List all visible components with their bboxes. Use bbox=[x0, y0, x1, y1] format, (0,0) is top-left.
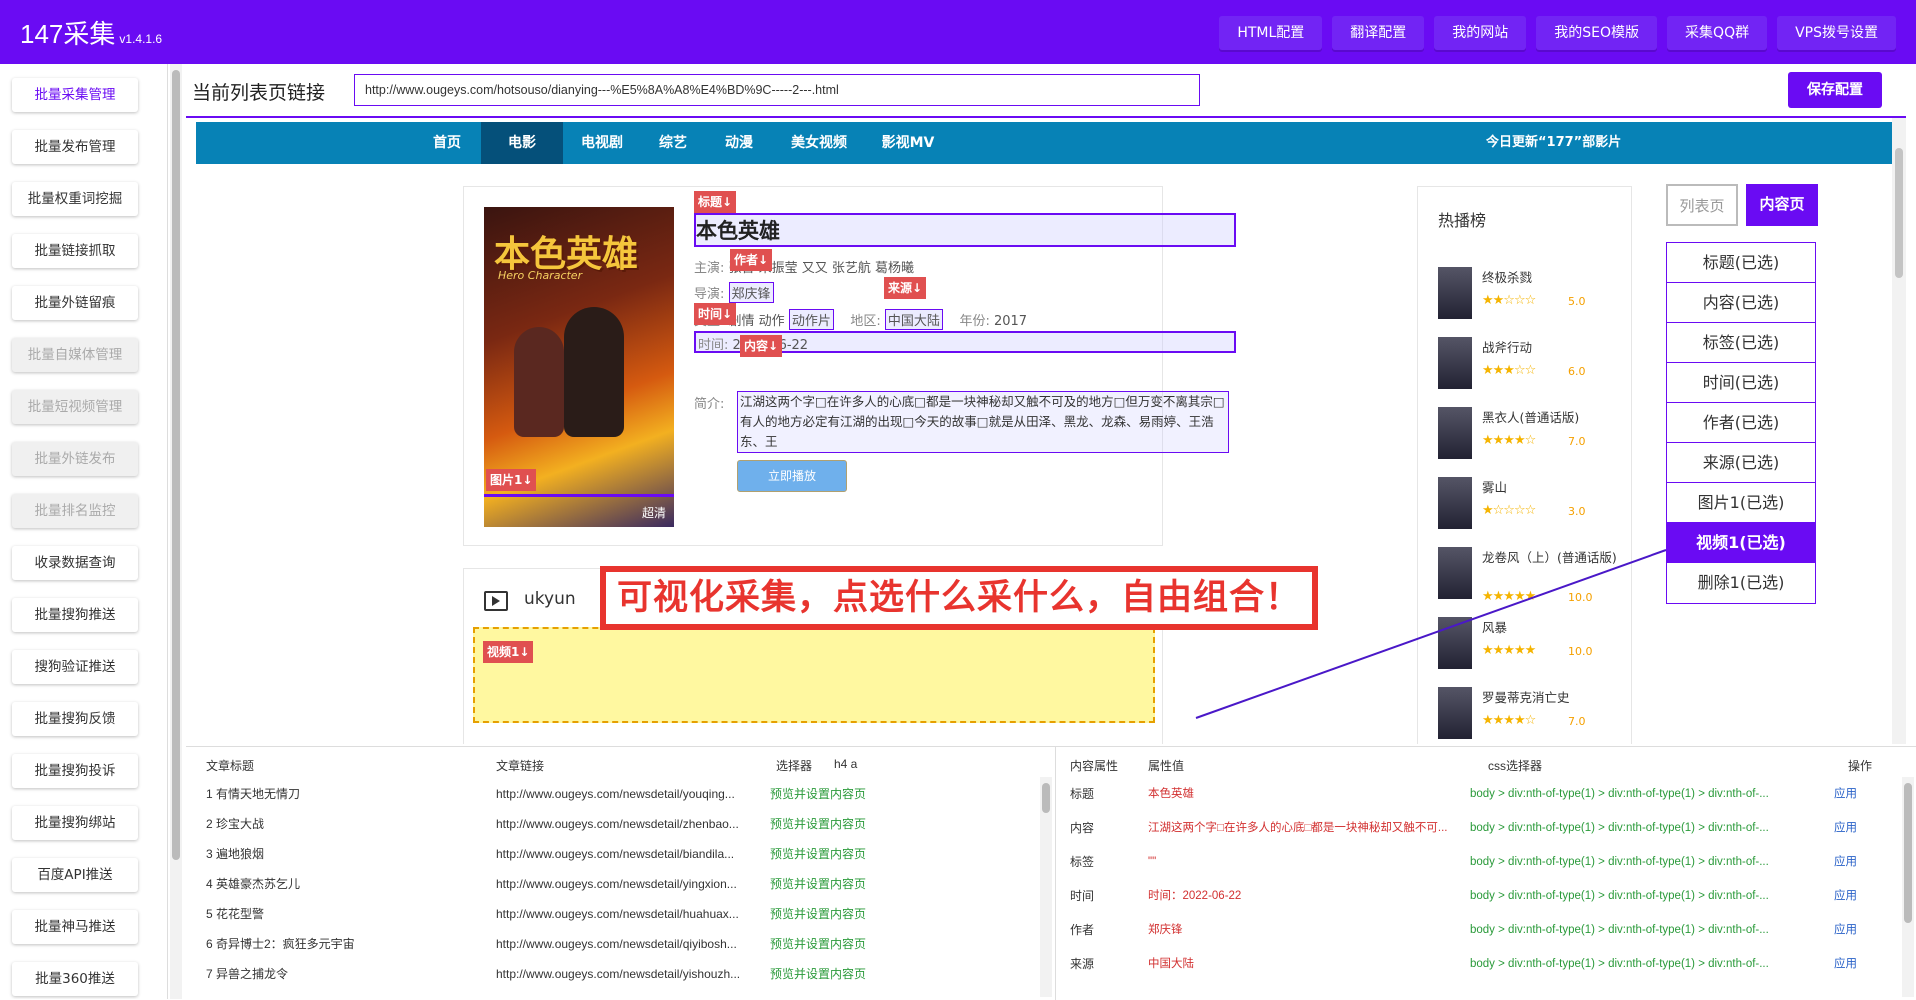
sidebar-item[interactable]: 批量排名监控 bbox=[12, 494, 138, 528]
sidebar-item[interactable]: 搜狗验证推送 bbox=[12, 650, 138, 684]
attr-value: "" bbox=[1148, 856, 1157, 868]
attr-apply-link[interactable]: 应用 bbox=[1834, 885, 1874, 907]
sidebar-item[interactable]: 批量权重词挖掘 bbox=[12, 182, 138, 216]
row-preview-action[interactable]: 预览并设置内容页 bbox=[770, 903, 970, 925]
sidebar-item[interactable]: 批量搜狗推送 bbox=[12, 598, 138, 632]
list-url-input[interactable]: http://www.ougeys.com/hotsouso/dianying-… bbox=[354, 74, 1200, 106]
attr-name: 作者 bbox=[1070, 923, 1095, 937]
attr-value: 郑庆锋 bbox=[1148, 924, 1183, 936]
sidebar-item[interactable]: 批量搜狗投诉 bbox=[12, 754, 138, 788]
sidebar-item[interactable]: 批量360推送 bbox=[12, 962, 138, 996]
list-table-scrollbar[interactable] bbox=[1040, 777, 1052, 997]
url-bar: 当前列表页链接 http://www.ougeys.com/hotsouso/d… bbox=[186, 64, 1916, 118]
attr-apply-link[interactable]: 应用 bbox=[1834, 851, 1874, 873]
attr-apply-link[interactable]: 应用 bbox=[1834, 783, 1874, 805]
sidebar-item[interactable]: 批量搜狗反馈 bbox=[12, 702, 138, 736]
row-title: 2 珍宝大战 bbox=[206, 817, 265, 831]
attr-name: 时间 bbox=[1070, 889, 1095, 903]
row-title: 6 奇异博士2：疯狂多元宇宙 bbox=[206, 937, 355, 951]
attr-css: body > div:nth-of-type(1) > div:nth-of-t… bbox=[1470, 958, 1769, 970]
topnav-html-config[interactable]: HTML配置 bbox=[1219, 16, 1323, 50]
row-title: 3 遍地狼烟 bbox=[206, 847, 265, 861]
attr-value: 中国大陆 bbox=[1148, 958, 1194, 970]
sidebar-scrollbar[interactable] bbox=[170, 64, 182, 999]
col-link: 文章链接 bbox=[496, 759, 545, 773]
sidebar-item[interactable]: 批量神马推送 bbox=[12, 910, 138, 944]
col-css: css选择器 bbox=[1488, 759, 1543, 773]
col-op: 操作 bbox=[1848, 759, 1873, 773]
row-preview-action[interactable]: 预览并设置内容页 bbox=[770, 933, 970, 955]
row-title: 1 有情天地无情刀 bbox=[206, 787, 301, 801]
row-title: 4 英雄豪杰苏乞儿 bbox=[206, 877, 301, 891]
attr-name: 内容 bbox=[1070, 821, 1095, 835]
sidebar: 批量采集管理 批量发布管理 批量权重词挖掘 批量链接抓取 批量外链留痕 批量自媒体管理 批量… bbox=[0, 64, 168, 999]
sidebar-item[interactable]: 批量发布管理 bbox=[12, 130, 138, 164]
app-brand: 147采集 v1.4.1.6 bbox=[20, 14, 162, 51]
attr-table-scrollbar-thumb[interactable] bbox=[1904, 783, 1912, 923]
attr-table-scrollbar[interactable] bbox=[1902, 777, 1914, 997]
row-preview-action[interactable]: 预览并设置内容页 bbox=[770, 783, 970, 805]
col-value: 属性值 bbox=[1148, 759, 1185, 773]
row-preview-action[interactable]: 预览并设置内容页 bbox=[770, 963, 970, 985]
attr-css: body > div:nth-of-type(1) > div:nth-of-t… bbox=[1470, 924, 1769, 936]
row-preview-action[interactable]: 预览并设置内容页 bbox=[770, 843, 970, 865]
topnav-translate-config[interactable]: 翻译配置 bbox=[1332, 16, 1425, 50]
top-nav: HTML配置 翻译配置 我的网站 我的SEO模版 采集QQ群 VPS拨号设置 bbox=[1219, 16, 1896, 50]
page-preview: 首页 电影 电视剧 综艺 动漫 美女视频 影视MV 今日更新“177”部影片 本… bbox=[186, 116, 1906, 744]
connector-line bbox=[1195, 549, 1667, 719]
app-version: v1.4.1.6 bbox=[119, 32, 163, 46]
row-link[interactable]: http://www.ougeys.com/newsdetail/yishouz… bbox=[496, 963, 766, 985]
sidebar-item[interactable]: 批量外链留痕 bbox=[12, 286, 138, 320]
row-link[interactable]: http://www.ougeys.com/newsdetail/zhenbao… bbox=[496, 813, 766, 835]
topnav-vps-dial[interactable]: VPS拨号设置 bbox=[1777, 16, 1896, 50]
row-link[interactable]: http://www.ougeys.com/newsdetail/biandil… bbox=[496, 843, 766, 865]
attr-table: 内容属性 属性值 css选择器 操作 标题 本色英雄 body > div:nth-… bbox=[1058, 747, 1916, 1000]
topnav-my-sites[interactable]: 我的网站 bbox=[1434, 16, 1527, 50]
col-title: 文章标题 bbox=[206, 759, 255, 773]
row-link[interactable]: http://www.ougeys.com/newsdetail/yingxio… bbox=[496, 873, 766, 895]
connector-line-segment bbox=[1195, 549, 1667, 719]
row-preview-action[interactable]: 预览并设置内容页 bbox=[770, 813, 970, 835]
selector-value[interactable]: h4 a bbox=[834, 757, 857, 771]
row-link[interactable]: http://www.ougeys.com/newsdetail/youqing… bbox=[496, 783, 766, 805]
attr-apply-link[interactable]: 应用 bbox=[1834, 953, 1874, 975]
sidebar-item[interactable]: 批量采集管理 bbox=[12, 78, 138, 112]
sidebar-item[interactable]: 批量短视频管理 bbox=[12, 390, 138, 424]
sidebar-item[interactable]: 批量链接抓取 bbox=[12, 234, 138, 268]
row-link[interactable]: http://www.ougeys.com/newsdetail/huahuax… bbox=[496, 903, 766, 925]
attr-value: 时间：2022-06-22 bbox=[1148, 890, 1242, 902]
sidebar-item[interactable]: 批量自媒体管理 bbox=[12, 338, 138, 372]
attr-value: 本色英雄 bbox=[1148, 788, 1194, 800]
row-link[interactable]: http://www.ougeys.com/newsdetail/qiyibos… bbox=[496, 933, 766, 955]
sidebar-item[interactable]: 百度API推送 bbox=[12, 858, 138, 892]
sidebar-item[interactable]: 收录数据查询 bbox=[12, 546, 138, 580]
url-label: 当前列表页链接 bbox=[192, 82, 326, 104]
attr-name: 标题 bbox=[1070, 787, 1095, 801]
col-selector: 选择器 bbox=[776, 759, 813, 773]
attr-apply-link[interactable]: 应用 bbox=[1834, 817, 1874, 839]
sidebar-scrollbar-thumb[interactable] bbox=[172, 70, 180, 860]
list-table: 文章标题 文章链接 选择器 h4 a 1 有情天地无情刀 http://www.o… bbox=[186, 747, 1056, 1000]
save-config-button[interactable]: 保存配置 bbox=[1788, 72, 1882, 108]
row-preview-action[interactable]: 预览并设置内容页 bbox=[770, 873, 970, 895]
attr-name: 来源 bbox=[1070, 957, 1095, 971]
row-title: 7 异兽之捕龙令 bbox=[206, 967, 289, 981]
list-table-scrollbar-thumb[interactable] bbox=[1042, 783, 1050, 813]
col-attr: 内容属性 bbox=[1070, 759, 1119, 773]
row-title: 5 花花型警 bbox=[206, 907, 265, 921]
attr-name: 标签 bbox=[1070, 855, 1095, 869]
attr-css: body > div:nth-of-type(1) > div:nth-of-t… bbox=[1470, 890, 1769, 902]
sidebar-item[interactable]: 批量搜狗绑站 bbox=[12, 806, 138, 840]
attr-css: body > div:nth-of-type(1) > div:nth-of-t… bbox=[1470, 822, 1769, 834]
brand-name: 147采集 bbox=[20, 19, 116, 49]
topnav-seo-templates[interactable]: 我的SEO模版 bbox=[1536, 16, 1658, 50]
attr-apply-link[interactable]: 应用 bbox=[1834, 919, 1874, 941]
attr-value: 江湖这两个字□在许多人的心底□都是一块神秘却又触不可... bbox=[1148, 822, 1448, 834]
sidebar-item[interactable]: 批量外链发布 bbox=[12, 442, 138, 476]
attr-css: body > div:nth-of-type(1) > div:nth-of-t… bbox=[1470, 856, 1769, 868]
topnav-qq-group[interactable]: 采集QQ群 bbox=[1667, 16, 1768, 50]
attr-css: body > div:nth-of-type(1) > div:nth-of-t… bbox=[1470, 788, 1769, 800]
top-bar: 147采集 v1.4.1.6 HTML配置 翻译配置 我的网站 我的SEO模版 采… bbox=[0, 0, 1916, 64]
bottom-panels: 文章标题 文章链接 选择器 h4 a 1 有情天地无情刀 http://www.o… bbox=[186, 746, 1916, 1000]
